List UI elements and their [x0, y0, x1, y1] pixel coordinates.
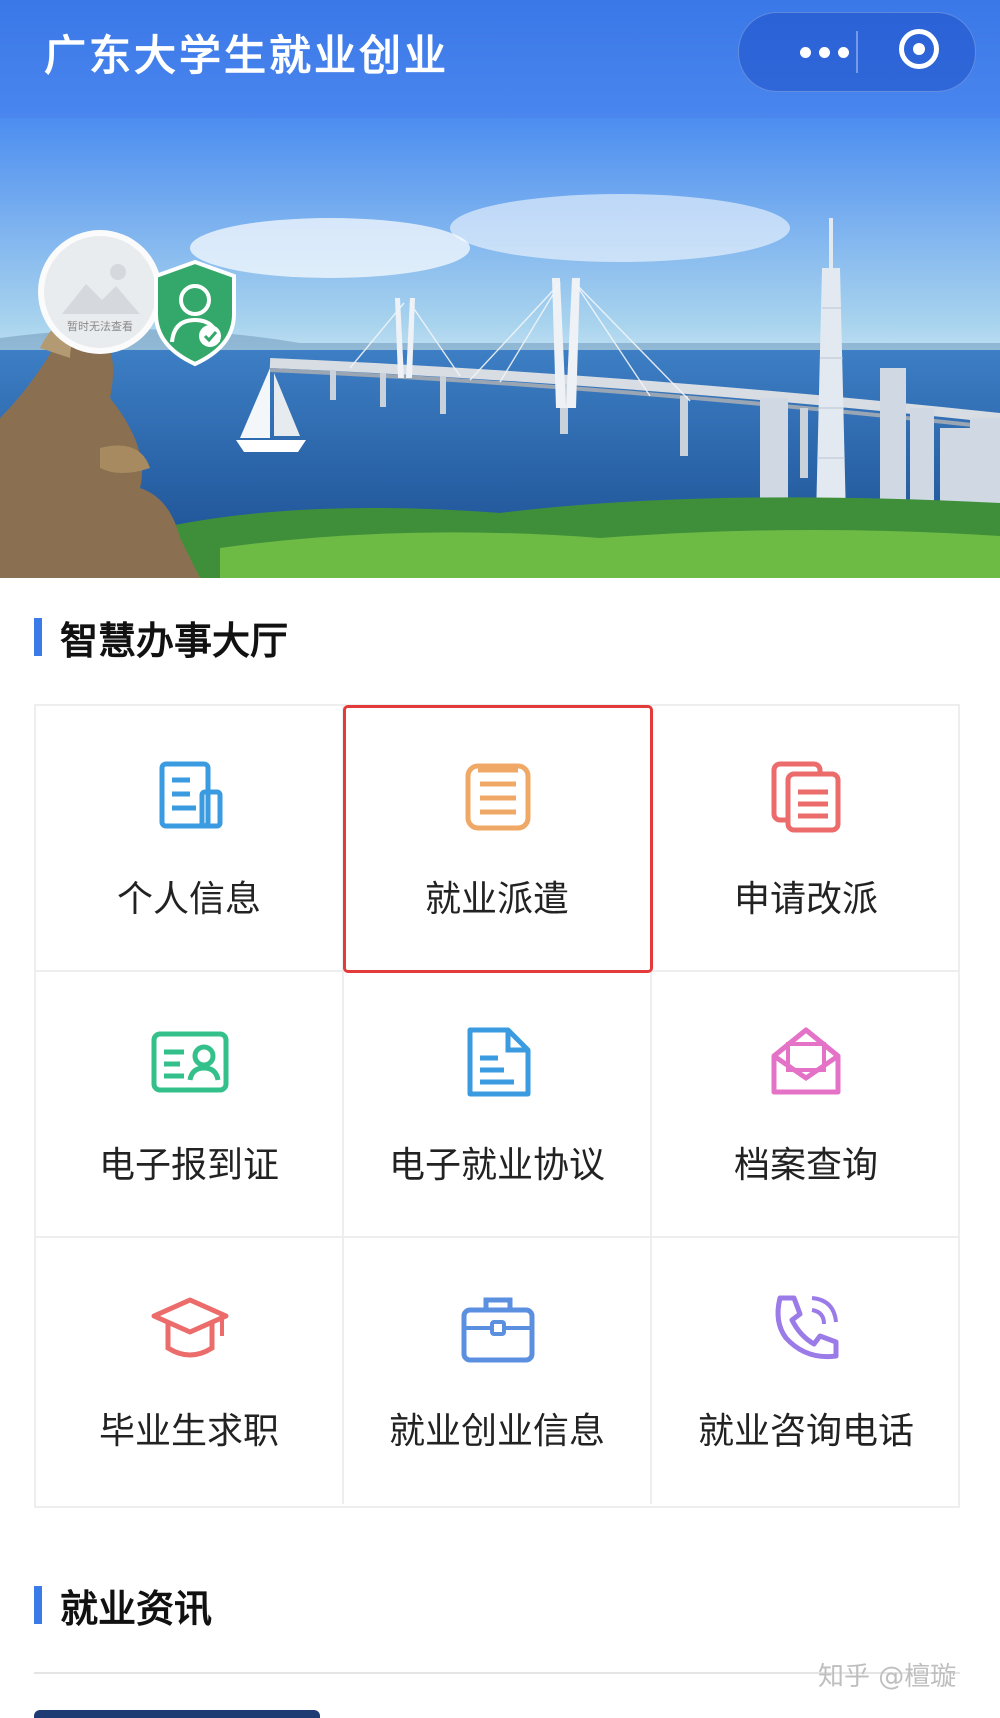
- news-section-title: 就业资讯: [34, 1582, 212, 1631]
- verified-shield-icon: [154, 259, 236, 367]
- service-label: 就业派遣: [424, 879, 569, 920]
- avatar[interactable]: 暂时无法查看: [38, 230, 162, 354]
- service-employment-dispatch[interactable]: 就业派遣: [343, 705, 653, 973]
- close-target-icon[interactable]: [899, 29, 939, 69]
- services-section-title: 智慧办事大厅: [34, 614, 288, 663]
- list-document-icon: [465, 763, 531, 831]
- phone-icon: [775, 1295, 839, 1360]
- graduation-cap-icon: [151, 1297, 229, 1358]
- mini-program-capsule: [738, 12, 976, 92]
- id-card-icon: [151, 1031, 229, 1093]
- news-thumbnail[interactable]: [34, 1710, 320, 1718]
- service-label: 个人信息: [116, 879, 261, 920]
- section-accent-bar: [34, 618, 42, 656]
- service-apply-redispatch[interactable]: 申请改派: [652, 706, 960, 972]
- avatar-caption: 暂时无法查看: [67, 320, 133, 333]
- service-label: 就业咨询电话: [697, 1411, 914, 1452]
- service-graduate-job-seeking[interactable]: 毕业生求职: [36, 1238, 344, 1504]
- service-label: 就业创业信息: [388, 1411, 605, 1452]
- service-label: 档案查询: [733, 1145, 878, 1186]
- service-e-report-card[interactable]: 电子报到证: [36, 972, 344, 1238]
- briefcase-icon: [461, 1297, 535, 1363]
- envelope-icon: [771, 1027, 841, 1095]
- service-archive-query[interactable]: 档案查询: [652, 972, 960, 1238]
- service-label: 申请改派: [733, 879, 878, 920]
- service-label: 电子就业协议: [388, 1145, 605, 1186]
- service-label: 电子报到证: [98, 1145, 279, 1186]
- watermark: 知乎 @檀璇: [818, 1662, 957, 1692]
- service-e-employment-agreement[interactable]: 电子就业协议: [344, 972, 652, 1238]
- news-title: 就业资讯: [60, 1586, 213, 1631]
- copy-document-icon: [771, 761, 841, 833]
- file-text-icon: [467, 1027, 531, 1097]
- banner-image: 暂时无法查看: [0, 118, 1000, 578]
- section-accent-bar: [34, 1586, 42, 1624]
- top-navigation-bar: 广东大学生就业创业: [0, 0, 1000, 118]
- capsule-divider: [856, 31, 858, 73]
- service-label: 毕业生求职: [98, 1411, 279, 1452]
- app-title: 广东大学生就业创业: [44, 31, 450, 80]
- service-employment-info[interactable]: 就业创业信息: [344, 1238, 652, 1504]
- services-grid: 个人信息 就业派遣 申请改派 电子报到证 电子就业协议 档案查询 毕业生求职 就…: [34, 704, 960, 1508]
- service-personal-info[interactable]: 个人信息: [36, 706, 344, 972]
- document-icon: [159, 761, 223, 829]
- services-title: 智慧办事大厅: [60, 618, 289, 663]
- service-consult-phone[interactable]: 就业咨询电话: [652, 1238, 960, 1504]
